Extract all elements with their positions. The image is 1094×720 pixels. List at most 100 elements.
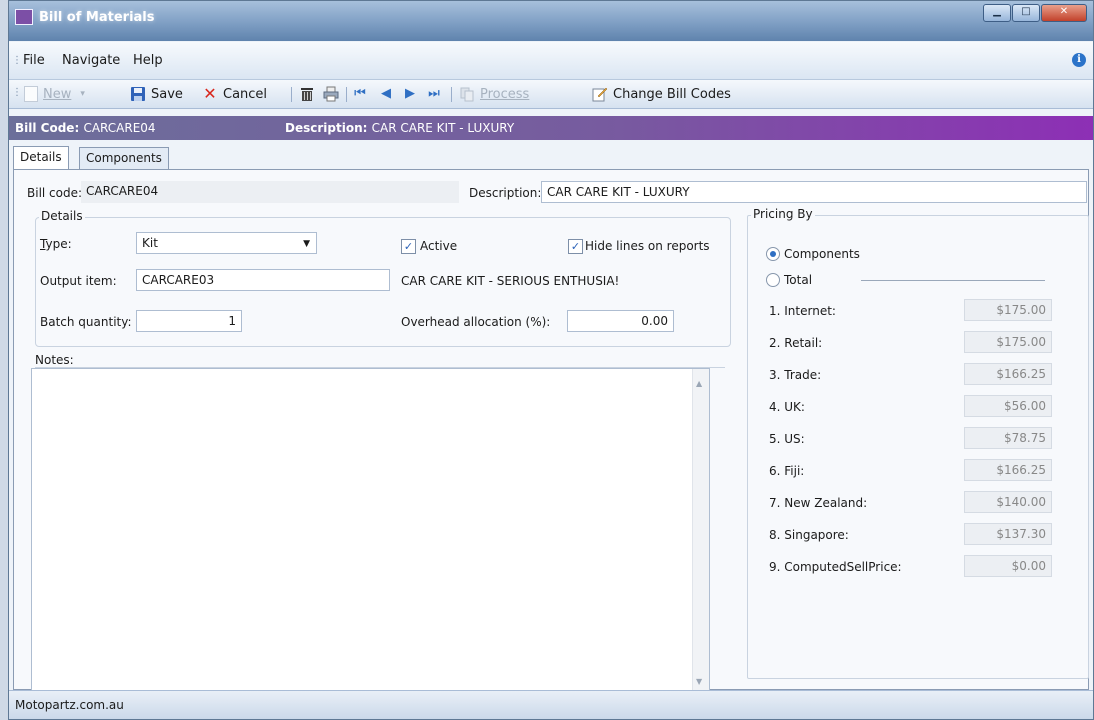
info-icon[interactable]: i [1072,53,1086,67]
process-button-label: Process [480,86,530,102]
price-value-singapore: $137.30 [964,523,1052,545]
price-label-uk: 4. UK: [769,400,805,414]
save-disk-icon [130,86,146,102]
next-record-icon: ▶ [405,86,415,101]
cancel-button[interactable]: ✕ Cancel [202,85,267,103]
header-description: Description: CAR CARE KIT - LUXURY [285,121,514,135]
change-bill-codes-button[interactable]: Change Bill Codes [592,85,731,103]
scroll-up-icon[interactable]: ▲ [696,379,702,388]
price-value-new-zealand: $140.00 [964,491,1052,513]
save-button[interactable]: Save [130,85,183,103]
chevron-down-icon: ▼ [303,239,310,249]
active-label[interactable]: Active [420,239,457,253]
type-select[interactable]: Kit ▼ [136,232,317,254]
bill-of-materials-window: Bill of Materials ▁ □ ✕ ⋮ File Navigate … [8,0,1094,720]
price-value-internet: $175.00 [964,299,1052,321]
output-item-label: Output item: [40,274,117,288]
description-label: Description: [469,186,542,200]
price-label-trade: 3. Trade: [769,368,822,382]
pricing-components-label[interactable]: Components [784,247,860,261]
process-icon [459,86,475,102]
price-label-fiji: 6. Fiji: [769,464,805,478]
menu-grip-icon: ⋮ [12,55,22,66]
price-label-us: 5. US: [769,432,805,446]
batch-quantity-label: Batch quantity: [40,315,132,329]
new-dropdown-arrow-icon[interactable]: ▾ [80,89,85,99]
last-record-button[interactable]: ⏭ [426,85,447,103]
tab-components[interactable]: Components [79,147,169,169]
previous-record-icon: ◀ [381,86,391,101]
batch-quantity-field[interactable]: 1 [136,310,242,332]
pricing-total-radio[interactable] [766,273,780,287]
header-bill-code-label: Bill Code: [15,121,80,135]
toolbar: ⋮ New ▾ Save ✕ Cancel ⏮ ◀ ▶ ⏭ Process Ch… [9,80,1093,109]
change-bill-codes-label: Change Bill Codes [613,86,731,102]
pricing-total-divider [861,280,1045,281]
price-label-singapore: 8. Singapore: [769,528,849,542]
app-icon [15,9,33,25]
window-controls: ▁ □ ✕ [982,4,1087,22]
header-description-value: CAR CARE KIT - LUXURY [371,121,515,135]
bill-code-field: CARCARE04 [81,181,459,203]
type-label: Type: [40,237,72,251]
status-text: Motopartz.com.au [15,698,124,712]
price-value-uk: $56.00 [964,395,1052,417]
price-label-retail: 2. Retail: [769,336,823,350]
new-button[interactable]: New ▾ [24,85,85,103]
previous-record-button[interactable]: ◀ [378,85,399,103]
price-label-new-zealand: 7. New Zealand: [769,496,868,510]
price-value-retail: $175.00 [964,331,1052,353]
print-button[interactable] [323,85,344,103]
tab-details[interactable]: Details [13,146,69,170]
header-description-label: Description: [285,121,368,135]
next-record-button[interactable]: ▶ [402,85,423,103]
hide-lines-label[interactable]: Hide lines on reports [585,239,710,253]
process-button[interactable]: Process [459,85,529,103]
new-button-label: New [43,86,72,102]
first-record-button[interactable]: ⏮ [352,85,373,103]
delete-button[interactable] [299,85,320,103]
close-button[interactable]: ✕ [1041,4,1087,22]
price-label-internet: 1. Internet: [769,304,836,318]
overhead-allocation-field[interactable]: 0.00 [567,310,674,332]
output-item-field[interactable]: CARCARE03 [136,269,390,291]
toolbar-grip-icon: ⋮ [12,87,22,98]
cancel-button-label: Cancel [223,86,268,102]
minimize-button[interactable]: ▁ [983,4,1011,22]
details-group-title: Details [39,209,85,223]
header-bill-code: Bill Code: CARCARE04 [15,121,156,135]
menu-file[interactable]: File [23,53,45,68]
price-value-trade: $166.25 [964,363,1052,385]
save-button-label: Save [151,86,183,102]
price-value-fiji: $166.25 [964,459,1052,481]
pricing-total-label[interactable]: Total [784,273,812,287]
trash-icon [299,86,315,102]
output-item-description: CAR CARE KIT - SERIOUS ENTHUSIA! [401,274,620,288]
price-label-computed-sell-price: 9. ComputedSellPrice: [769,560,902,574]
edit-document-icon [592,86,608,102]
description-field[interactable]: CAR CARE KIT - LUXURY [541,181,1087,203]
menu-bar: ⋮ File Navigate Help i [9,42,1093,80]
record-header-bar: Bill Code: CARCARE04 Description: CAR CA… [9,116,1093,140]
menu-help[interactable]: Help [133,53,163,68]
toolbar-separator [451,87,452,102]
notes-textarea[interactable]: ▲ ▼ [31,368,710,695]
menu-navigate[interactable]: Navigate [62,53,120,68]
pricing-components-radio[interactable] [766,247,780,261]
last-record-icon: ⏭ [428,86,440,101]
overhead-allocation-label: Overhead allocation (%): [401,315,551,329]
scroll-down-icon[interactable]: ▼ [696,677,702,686]
active-checkbox[interactable]: ✓ [401,239,416,254]
window-title: Bill of Materials [39,10,155,25]
notes-scrollbar[interactable]: ▲ ▼ [692,369,709,694]
hide-lines-checkbox[interactable]: ✓ [568,239,583,254]
price-value-computed-sell-price: $0.00 [964,555,1052,577]
maximize-button[interactable]: □ [1012,4,1040,22]
title-bar[interactable]: Bill of Materials ▁ □ ✕ [9,1,1093,41]
toolbar-separator [291,87,292,102]
cancel-x-icon: ✕ [203,84,217,103]
pricing-group-title: Pricing By [751,207,815,221]
notes-label: Notes: [35,353,74,367]
bill-code-label: Bill code: [27,186,83,200]
type-select-value: Kit [142,236,158,250]
